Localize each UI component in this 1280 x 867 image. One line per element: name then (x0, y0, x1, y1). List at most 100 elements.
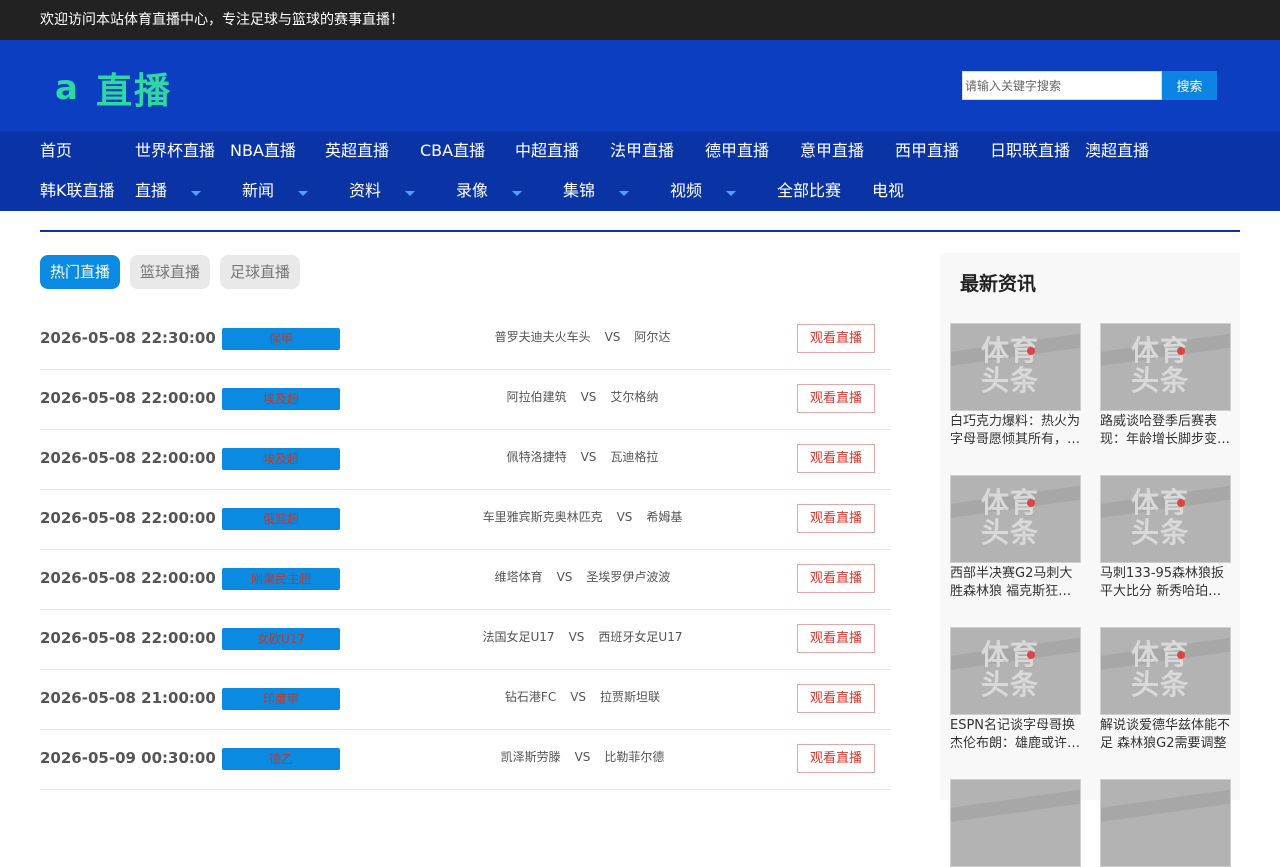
league-badge[interactable]: 埃及超 (222, 448, 340, 470)
away-team[interactable]: 圣埃罗伊卢波波 (586, 570, 670, 584)
nav-video[interactable]: 视频 (670, 171, 702, 211)
news-card[interactable]: 体育 头条 解说谈爱德华兹体能不足 森林狼G2需要调整 (1100, 627, 1231, 753)
nav-laliga[interactable]: 西甲直播 (895, 131, 959, 171)
news-title[interactable]: 西部半决赛G2马刺大胜森林狼 福克斯狂砍高分 (950, 565, 1081, 601)
chevron-down-icon[interactable] (512, 191, 522, 196)
watch-live-button[interactable]: 观看直播 (797, 444, 875, 473)
news-thumbnail[interactable] (950, 779, 1081, 867)
league-badge[interactable]: 埃及超 (222, 388, 340, 410)
news-card[interactable]: 体育头条 马刺133-95森林狼扳平大比分 新秀哈珀表现亮眼 (1100, 475, 1231, 601)
news-card[interactable]: 体育头条 西部半决赛G2马刺大胜森林狼 福克斯狂砍高分 (950, 475, 1081, 601)
news-card[interactable]: 体育头条 白巧克力爆料：热火为字母哥愿倾其所有，但雄鹿对此不感兴趣 (950, 323, 1081, 449)
nav-data[interactable]: 资料 (349, 171, 381, 211)
news-title[interactable]: 马刺133-95森林狼扳平大比分 新秀哈珀表现亮眼 (1100, 565, 1231, 601)
nav-worldcup[interactable]: 世界杯直播 (135, 131, 215, 171)
news-thumbnail[interactable]: 体育 头条 (950, 475, 1081, 563)
nav-row-1: 首页 世界杯直播 NBA直播 英超直播 CBA直播 中超直播 法甲直播 德甲直播… (0, 131, 1280, 171)
watch-live-button[interactable]: 观看直播 (797, 564, 875, 593)
match-teams: 车里雅宾斯克奥林匹克 VS 希姆基 (360, 508, 805, 525)
away-team[interactable]: 阿尔达 (634, 330, 670, 344)
watch-live-button[interactable]: 观看直播 (797, 504, 875, 533)
nav-epl[interactable]: 英超直播 (325, 131, 389, 171)
nav-home[interactable]: 首页 (40, 131, 72, 171)
league-badge[interactable]: 德乙 (222, 748, 340, 770)
news-thumbnail[interactable]: 体育 头条 (950, 323, 1081, 411)
watch-live-button[interactable]: 观看直播 (797, 624, 875, 653)
nav-replay[interactable]: 录像 (456, 171, 488, 211)
ball-icon (1177, 347, 1185, 355)
match-row: 2026-05-08 21:00:00 印度甲 钻石港FC VS 拉贾斯坦联 观看直… (40, 670, 891, 730)
home-team[interactable]: 车里雅宾斯克奥林匹克 (483, 510, 603, 524)
news-card[interactable]: 体育头条 ESPN名记谈字母哥换杰伦布朗：雄鹿或许会考虑 (950, 627, 1081, 753)
ball-icon (1027, 499, 1035, 507)
news-title[interactable]: 路威谈哈登季后赛表现：年龄增长脚步变慢，快船需要改变 (1100, 413, 1231, 449)
nav-tv[interactable]: 电视 (872, 171, 904, 211)
watch-live-button[interactable]: 观看直播 (797, 684, 875, 713)
league-badge[interactable]: 刚果民主超 (222, 568, 340, 590)
watch-live-button[interactable]: 观看直播 (797, 324, 875, 353)
chevron-down-icon[interactable] (619, 191, 629, 196)
news-thumbnail[interactable]: 体育 头条 (1100, 627, 1231, 715)
search-input[interactable] (962, 71, 1162, 100)
match-row: 2026-05-08 22:00:00 俄篮超 车里雅宾斯克奥林匹克 VS 希姆基 … (40, 490, 891, 550)
home-team[interactable]: 凯泽斯劳滕 (501, 750, 561, 764)
chevron-down-icon[interactable] (191, 191, 201, 196)
league-badge[interactable]: 保甲 (222, 328, 340, 350)
away-team[interactable]: 拉贾斯坦联 (600, 690, 660, 704)
league-badge[interactable]: 女欧U17 (222, 628, 340, 650)
match-row: 2026-05-08 22:00:00 埃及超 佩特洛捷特 VS 瓦迪格拉 观看直播 (40, 430, 891, 490)
nav-aleague[interactable]: 澳超直播 (1085, 131, 1149, 171)
home-team[interactable]: 法国女足U17 (483, 630, 555, 644)
nav-all-matches[interactable]: 全部比赛 (777, 171, 841, 211)
news-card[interactable]: 体育头条 路威谈哈登季后赛表现：年龄增长脚步变慢，快船需要改变 (1100, 323, 1231, 449)
watch-live-button[interactable]: 观看直播 (797, 384, 875, 413)
watch-live-button[interactable]: 观看直播 (797, 744, 875, 773)
home-team[interactable]: 钻石港FC (505, 690, 556, 704)
away-team[interactable]: 比勒菲尔德 (604, 750, 664, 764)
nav-news[interactable]: 新闻 (242, 171, 274, 211)
news-thumbnail[interactable]: 体育 头条 (1100, 323, 1231, 411)
news-thumbnail[interactable] (1100, 779, 1231, 867)
league-badge[interactable]: 俄篮超 (222, 508, 340, 530)
match-time: 2026-05-08 21:00:00 (40, 689, 216, 707)
nav-nba[interactable]: NBA直播 (230, 131, 296, 171)
vs-label: VS (574, 750, 591, 764)
nav-highlights[interactable]: 集锦 (563, 171, 595, 211)
nav-seriea[interactable]: 意甲直播 (800, 131, 864, 171)
match-time: 2026-05-08 22:30:00 (40, 329, 216, 347)
match-teams: 凯泽斯劳滕 VS 比勒菲尔德 (360, 748, 805, 765)
news-thumbnail[interactable]: 体育 头条 (1100, 475, 1231, 563)
news-title[interactable]: 解说谈爱德华兹体能不足 森林狼G2需要调整 (1100, 717, 1231, 753)
league-badge[interactable]: 印度甲 (222, 688, 340, 710)
away-team[interactable]: 瓦迪格拉 (610, 450, 658, 464)
away-team[interactable]: 艾尔格纳 (610, 390, 658, 404)
home-team[interactable]: 阿拉伯建筑 (507, 390, 567, 404)
search-button[interactable]: 搜索 (1162, 71, 1217, 100)
vs-label: VS (580, 390, 597, 404)
chevron-down-icon[interactable] (726, 191, 736, 196)
home-team[interactable]: 维塔体育 (495, 570, 543, 584)
away-team[interactable]: 希姆基 (646, 510, 682, 524)
tab-basketball-live[interactable]: 篮球直播 (130, 255, 211, 289)
news-thumbnail[interactable]: 体育 头条 (950, 627, 1081, 715)
match-time: 2026-05-08 22:00:00 (40, 629, 216, 647)
news-card[interactable] (1100, 779, 1231, 867)
away-team[interactable]: 西班牙女足U17 (598, 630, 682, 644)
tab-football-live[interactable]: 足球直播 (220, 255, 301, 289)
site-logo[interactable]: a 直播 (55, 62, 172, 114)
news-title[interactable]: ESPN名记谈字母哥换杰伦布朗：雄鹿或许会考虑 (950, 717, 1081, 753)
nav-live[interactable]: 直播 (135, 171, 167, 211)
nav-cba[interactable]: CBA直播 (420, 131, 485, 171)
chevron-down-icon[interactable] (298, 191, 308, 196)
chevron-down-icon[interactable] (405, 191, 415, 196)
nav-kleague[interactable]: 韩K联直播 (40, 171, 115, 211)
news-card[interactable] (950, 779, 1081, 867)
news-title[interactable]: 白巧克力爆料：热火为字母哥愿倾其所有，但雄鹿对此不感兴趣 (950, 413, 1081, 449)
nav-ligue1[interactable]: 法甲直播 (610, 131, 674, 171)
home-team[interactable]: 普罗夫迪夫火车头 (495, 330, 591, 344)
tab-hot-live[interactable]: 热门直播 (40, 255, 121, 289)
home-team[interactable]: 佩特洛捷特 (507, 450, 567, 464)
nav-csl[interactable]: 中超直播 (515, 131, 579, 171)
nav-jleague[interactable]: 日职联直播 (990, 131, 1070, 171)
nav-bundesliga[interactable]: 德甲直播 (705, 131, 769, 171)
